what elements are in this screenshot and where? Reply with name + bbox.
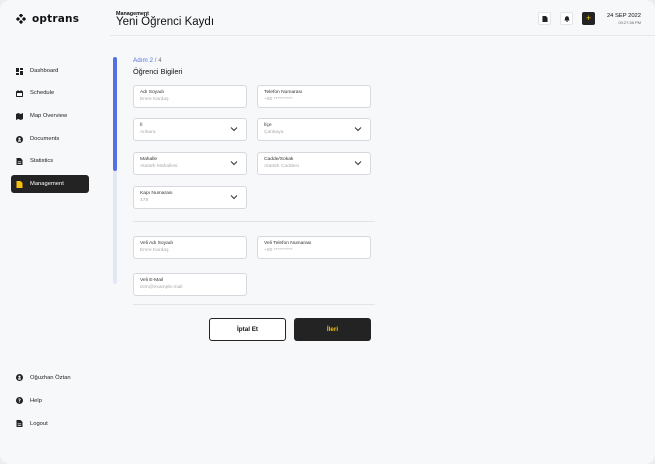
neighborhood-select[interactable]: Mahalle Atatürk Mahallesi xyxy=(133,152,247,175)
documents-icon xyxy=(16,135,23,143)
sidebar-item-logout[interactable]: Logout xyxy=(16,420,48,427)
guardian-name-field[interactable]: Veli Adı Soyadı Emre Kardaş xyxy=(133,236,247,259)
guardian-phone-field[interactable]: Veli Telefon Numarası +90 ********** xyxy=(257,236,371,259)
add-button[interactable]: + xyxy=(582,12,595,25)
chevron-down-icon xyxy=(230,195,238,200)
dashboard-icon xyxy=(16,67,23,75)
chevron-down-icon xyxy=(230,127,238,132)
map-icon xyxy=(16,112,23,120)
sidebar-item-map-overview[interactable]: Map Overview xyxy=(11,107,89,125)
field-label: Cadde/Sokak xyxy=(264,157,294,162)
sidebar-item-label: Map Overview xyxy=(30,113,68,119)
field-label: Telefon Numarası xyxy=(264,90,303,95)
step-progress-track xyxy=(113,57,117,284)
next-button[interactable]: İleri xyxy=(294,318,371,341)
street-select[interactable]: Cadde/Sokak Atatürk Caddesi xyxy=(257,152,371,175)
sidebar-item-statistics[interactable]: Statistics xyxy=(11,152,89,170)
header-date: 24 SEP 2022 xyxy=(606,13,641,19)
chevron-down-icon xyxy=(354,127,362,132)
step-total: / 4 xyxy=(154,57,162,64)
field-label: İl xyxy=(140,123,143,128)
sidebar-item-label: Management xyxy=(30,181,64,187)
chevron-down-icon xyxy=(230,161,238,166)
guardian-email-field[interactable]: Veli E-Mail isim@example.mail xyxy=(133,273,247,296)
step-current: Adım 2 xyxy=(133,57,153,64)
field-value: Çankaya xyxy=(264,130,284,135)
step-progress-fill xyxy=(113,57,117,171)
field-value: isim@example.mail xyxy=(140,285,183,290)
phone-field[interactable]: Telefon Numarası +90 ********** xyxy=(257,85,371,108)
sidebar-item-label: Schedule xyxy=(30,90,55,96)
documents-button[interactable] xyxy=(538,12,551,25)
name-field[interactable]: Adı Soyadı Emre Kardaş xyxy=(133,85,247,108)
bell-icon xyxy=(563,15,570,22)
field-value: Emre Kardaş xyxy=(140,97,169,102)
section-title: Öğrenci Bigileri xyxy=(133,67,183,76)
form-divider xyxy=(133,221,375,222)
document-icon xyxy=(541,15,548,22)
header-divider xyxy=(110,35,655,36)
app-window: optrans Dashboard Schedule Map Overview … xyxy=(0,0,655,464)
sidebar-item-label: Statistics xyxy=(30,158,54,164)
sidebar-item-schedule[interactable]: Schedule xyxy=(11,84,89,102)
sidebar-item-dashboard[interactable]: Dashboard xyxy=(11,62,89,80)
field-value: Emre Kardaş xyxy=(140,248,169,253)
svg-text:?: ? xyxy=(18,398,21,404)
header-time: 03:27:38 PM xyxy=(618,20,641,25)
field-label: Veli E-Mail xyxy=(140,278,164,283)
form-divider xyxy=(133,304,375,305)
user-icon xyxy=(16,374,23,381)
field-label: Kapı Numarası xyxy=(140,191,173,196)
sidebar-item-management[interactable]: Management xyxy=(11,175,89,193)
logo-icon xyxy=(16,14,26,24)
field-value: 178 xyxy=(140,198,149,203)
notifications-button[interactable] xyxy=(560,12,573,25)
help-icon: ? xyxy=(16,397,23,404)
sidebar-item-documents[interactable]: Documents xyxy=(11,130,89,148)
brand-logo: optrans xyxy=(16,13,79,25)
logout-icon xyxy=(16,420,23,427)
plus-icon: + xyxy=(585,13,592,23)
field-value: +90 ********** xyxy=(264,97,293,102)
calendar-icon xyxy=(16,89,23,97)
sidebar-item-label: Dashboard xyxy=(30,68,59,74)
step-indicator: Adım 2 / 4 xyxy=(133,57,162,64)
city-select[interactable]: İl Ankara xyxy=(133,118,247,141)
sidebar-item-profile[interactable]: Oğuzhan Öztan xyxy=(16,374,71,381)
help-label: Help xyxy=(30,397,42,404)
sidebar-item-label: Documents xyxy=(30,136,60,142)
statistics-icon xyxy=(16,157,23,165)
page-title: Yeni Öğrenci Kaydı xyxy=(116,16,215,28)
field-value: Atatürk Mahallesi xyxy=(140,164,178,169)
field-label: Veli Adı Soyadı xyxy=(140,241,173,246)
field-label: İlçe xyxy=(264,123,272,128)
brand-name: optrans xyxy=(32,13,80,25)
field-value: Ankara xyxy=(140,130,156,135)
folder-icon xyxy=(16,180,23,188)
field-label: Adı Soyadı xyxy=(140,90,164,95)
chevron-down-icon xyxy=(354,161,362,166)
field-label: Mahalle xyxy=(140,157,158,162)
field-value: +90 ********** xyxy=(264,248,293,253)
field-value: Atatürk Caddesi xyxy=(264,164,299,169)
district-select[interactable]: İlçe Çankaya xyxy=(257,118,371,141)
door-number-select[interactable]: Kapı Numarası 178 xyxy=(133,186,247,209)
sidebar-item-help[interactable]: ? Help xyxy=(16,397,42,404)
field-label: Veli Telefon Numarası xyxy=(264,241,312,246)
logout-label: Logout xyxy=(30,420,48,427)
cancel-button[interactable]: İptal Et xyxy=(209,318,286,341)
profile-name: Oğuzhan Öztan xyxy=(30,374,71,381)
